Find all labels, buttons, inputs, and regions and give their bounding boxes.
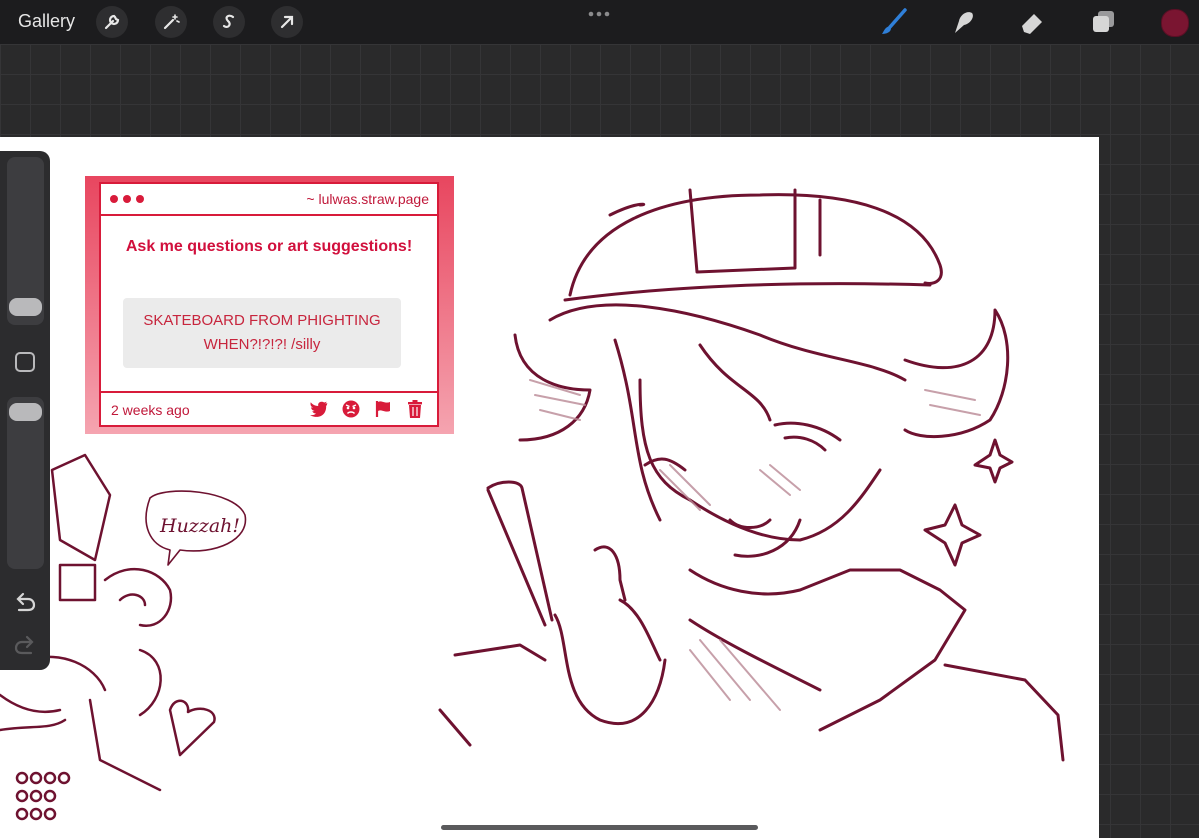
angry-face-icon — [341, 399, 361, 419]
brush-sidebar — [0, 151, 50, 670]
brush-size-knob[interactable] — [9, 298, 42, 316]
magic-wand-icon[interactable] — [155, 6, 187, 38]
question-card-image: ~ lulwas.straw.page Ask me questions or … — [85, 176, 454, 434]
brush-size-slider[interactable] — [7, 157, 44, 325]
selection-icon[interactable] — [213, 6, 245, 38]
site-url: ~ lulwas.straw.page — [306, 191, 429, 207]
more-options-icon[interactable] — [588, 6, 610, 24]
gallery-button[interactable]: Gallery — [18, 11, 75, 32]
opacity-slider[interactable] — [7, 397, 44, 569]
eraser-icon[interactable] — [1016, 6, 1048, 38]
question-window: ~ lulwas.straw.page Ask me questions or … — [99, 182, 439, 427]
prompt-heading: Ask me questions or art suggestions! — [125, 238, 413, 255]
window-titlebar: ~ lulwas.straw.page — [101, 184, 437, 216]
top-toolbar: Gallery — [0, 0, 1199, 44]
twitter-icon — [309, 399, 329, 419]
redo-icon[interactable] — [13, 634, 37, 661]
speech-bubble-text: Huzzah! — [159, 515, 240, 537]
flag-icon — [373, 399, 393, 419]
timestamp: 2 weeks ago — [111, 402, 190, 418]
wrench-icon[interactable] — [96, 6, 128, 38]
smudge-icon[interactable] — [946, 6, 978, 38]
transform-arrow-icon[interactable] — [271, 6, 303, 38]
brush-icon[interactable] — [878, 6, 910, 38]
layers-icon[interactable] — [1088, 6, 1120, 38]
card-footer: 2 weeks ago — [101, 391, 437, 427]
modify-square-icon[interactable] — [15, 352, 35, 372]
home-indicator[interactable] — [441, 825, 758, 830]
opacity-knob[interactable] — [9, 403, 42, 421]
question-message: SKATEBOARD FROM PHIGHTING WHEN?!?!?! /si… — [123, 298, 401, 368]
trash-icon — [405, 399, 425, 419]
undo-icon[interactable] — [13, 591, 37, 618]
color-picker-button[interactable] — [1161, 9, 1189, 37]
